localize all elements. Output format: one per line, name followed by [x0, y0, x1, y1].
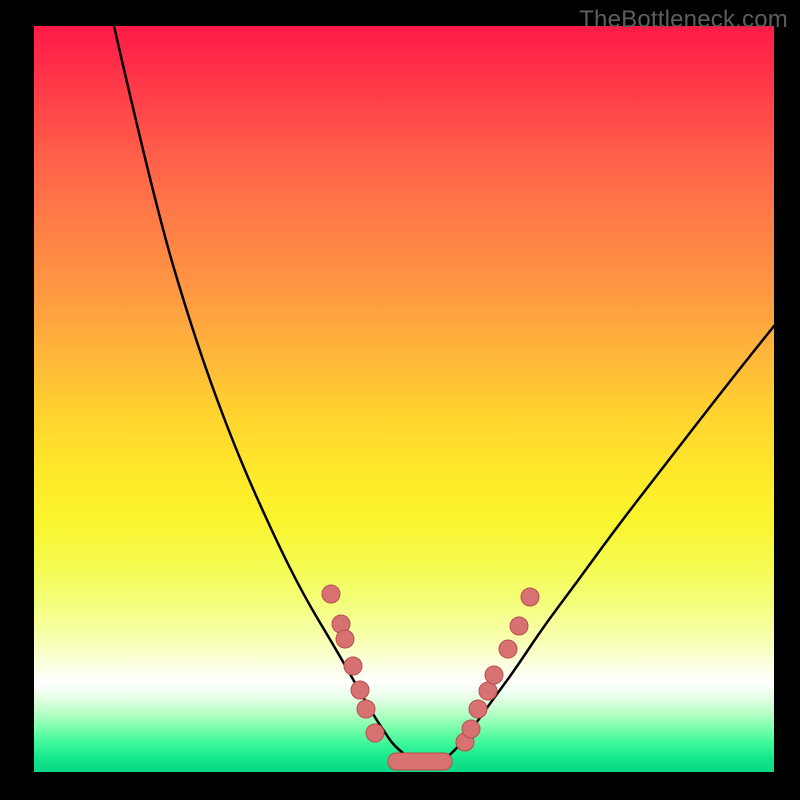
curve-marker: [344, 657, 362, 675]
plot-area: [34, 26, 774, 772]
curve-layer: [34, 26, 774, 772]
marker-group: [322, 585, 539, 751]
curve-marker: [462, 720, 480, 738]
curve-marker: [499, 640, 517, 658]
curve-marker: [469, 700, 487, 718]
curve-marker: [351, 681, 369, 699]
bottleneck-curve: [114, 26, 774, 760]
watermark-text: TheBottleneck.com: [579, 6, 788, 34]
curve-marker: [485, 666, 503, 684]
curve-marker: [357, 700, 375, 718]
curve-marker: [510, 617, 528, 635]
minimum-plateau: [388, 753, 452, 770]
chart-stage: TheBottleneck.com: [0, 0, 800, 800]
curve-marker: [336, 630, 354, 648]
curve-marker: [521, 588, 539, 606]
curve-marker: [322, 585, 340, 603]
curve-marker: [366, 724, 384, 742]
curve-marker: [479, 682, 497, 700]
